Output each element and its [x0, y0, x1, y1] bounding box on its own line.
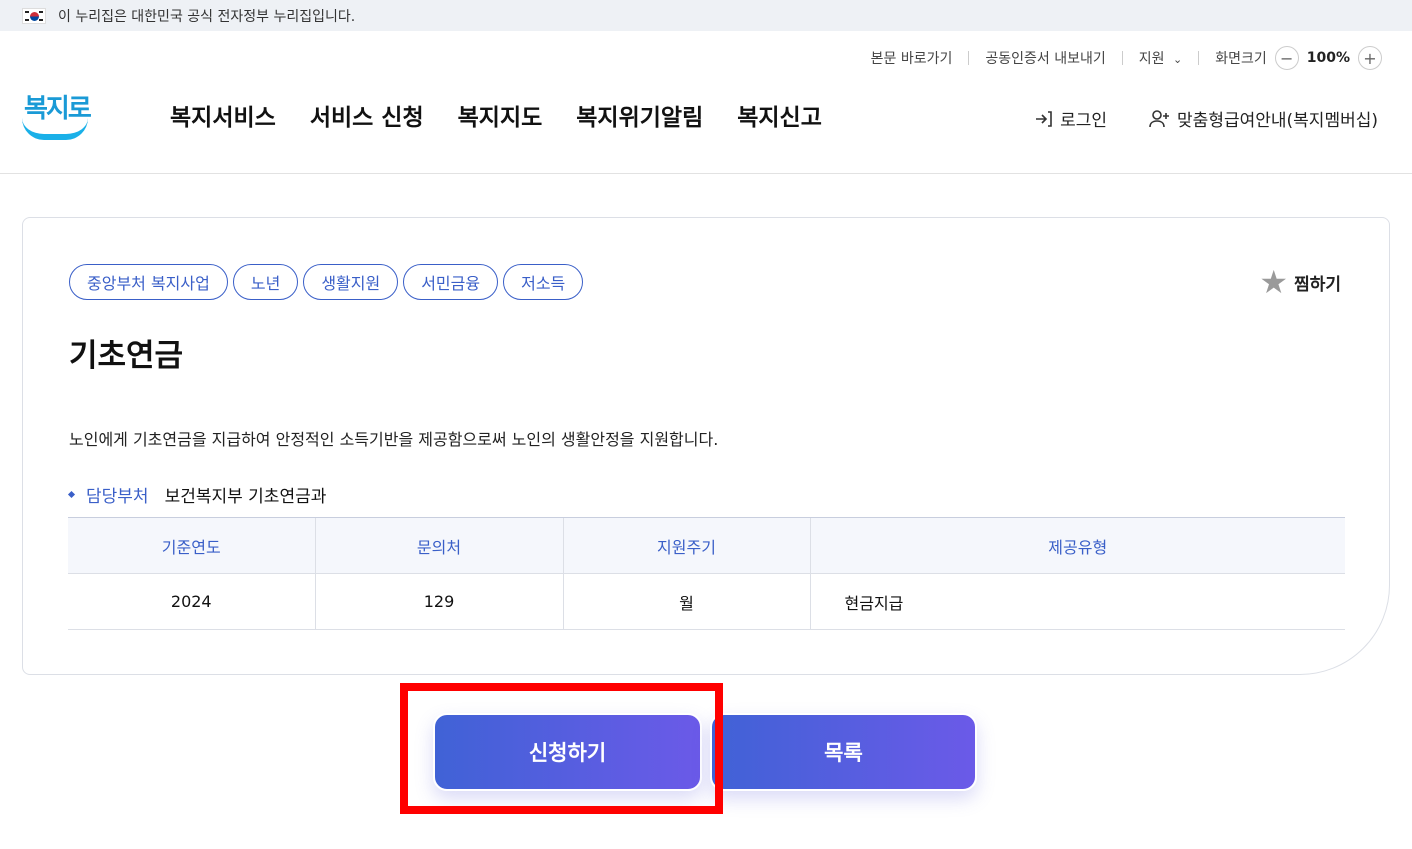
cell-provision-type: 현금지급: [809, 573, 1345, 630]
screen-size-label: 화면크기: [1215, 51, 1267, 67]
tag-microfinance[interactable]: 서민금융: [403, 264, 499, 300]
main-nav: 복지서비스 서비스 신청 복지지도 복지위기알림 복지신고: [170, 98, 822, 132]
export-cert-link[interactable]: 공동인증서 내보내기: [985, 48, 1105, 68]
header-actions: 로그인 맞춤형급여안내(복지멤버십): [1034, 106, 1378, 131]
column-header-provision-type: 제공유형: [809, 517, 1345, 574]
cell-base-year: 2024: [68, 573, 315, 630]
divider: [968, 51, 970, 65]
table-header-row: 기준연도 문의처 지원주기 제공유형: [68, 517, 1345, 574]
column-header-base-year: 기준연도: [68, 517, 315, 574]
cell-contact: 129: [314, 573, 563, 630]
zoom-out-button[interactable]: −: [1274, 46, 1299, 70]
service-title: 기초연금: [69, 338, 184, 374]
tag-central-ministry[interactable]: 중앙부처 복지사업: [69, 264, 228, 300]
utility-bar: 본문 바로가기 공동인증서 내보내기 지원 ⌄ 화면크기 − 100% +: [871, 46, 1390, 70]
responsible-dept: 담당부처 보건복지부 기초연금과: [67, 482, 327, 507]
korea-flag-icon: [22, 7, 46, 24]
service-description: 노인에게 기초연금을 지급하여 안정적인 소득기반을 제공함으로써 노인의 생활…: [69, 430, 719, 449]
zoom-in-button[interactable]: +: [1358, 46, 1382, 70]
bullet-icon: [67, 490, 76, 499]
list-button[interactable]: 목록: [710, 713, 977, 791]
skip-to-content-link[interactable]: 본문 바로가기: [871, 48, 953, 68]
divider: [1198, 51, 1200, 65]
zoom-level: 100%: [1306, 50, 1350, 66]
bokjiro-logo[interactable]: 복지로: [20, 84, 92, 144]
cell-support-cycle: 월: [562, 573, 810, 630]
tag-living-support[interactable]: 생활지원: [303, 264, 399, 300]
support-dropdown[interactable]: 지원 ⌄: [1139, 48, 1182, 68]
divider: [1121, 51, 1123, 65]
nav-item-welfare-service[interactable]: 복지서비스: [170, 98, 276, 132]
user-add-icon: [1149, 109, 1170, 127]
column-header-support-cycle: 지원주기: [562, 517, 810, 574]
chevron-down-icon: ⌄: [1172, 53, 1183, 66]
column-header-contact: 문의처: [314, 517, 563, 574]
apply-button[interactable]: 신청하기: [433, 713, 702, 791]
tag-low-income[interactable]: 저소득: [503, 264, 584, 300]
login-label: 로그인: [1060, 111, 1108, 131]
nav-item-crisis-alert[interactable]: 복지위기알림: [576, 98, 703, 132]
bookmark-label: 찜하기: [1294, 274, 1341, 295]
membership-button[interactable]: 맞춤형급여안내(복지멤버십): [1149, 106, 1378, 131]
login-button[interactable]: 로그인: [1034, 106, 1107, 131]
site-header: 복지로 복지서비스 서비스 신청 복지지도 복지위기알림 복지신고 로그인 맞춤…: [0, 76, 1412, 174]
membership-label: 맞춤형급여안내(복지멤버십): [1177, 111, 1378, 131]
nav-item-welfare-map[interactable]: 복지지도: [458, 98, 543, 132]
gov-banner: 이 누리집은 대한민국 공식 전자정부 누리집입니다.: [0, 0, 1412, 31]
login-icon: [1036, 110, 1052, 127]
nav-item-welfare-report[interactable]: 복지신고: [737, 98, 822, 132]
service-info-table: 기준연도 문의처 지원주기 제공유형 2024 129 월 현금지급: [68, 517, 1345, 630]
star-icon: ★: [1259, 263, 1289, 301]
service-detail-card: 중앙부처 복지사업 노년 생활지원 서민금융 저소득 ★ 찜하기 기초연금 노인…: [22, 217, 1390, 675]
nav-item-service-apply[interactable]: 서비스 신청: [310, 98, 424, 132]
bookmark-button[interactable]: ★ 찜하기: [1259, 266, 1341, 298]
dept-label: 담당부처: [86, 487, 149, 507]
logo-smile-icon: [22, 118, 88, 140]
dept-value: 보건복지부 기초연금과: [164, 487, 327, 507]
support-label: 지원: [1138, 51, 1165, 67]
table-row: 2024 129 월 현금지급: [68, 573, 1345, 630]
tag-senior[interactable]: 노년: [232, 264, 299, 300]
tag-list: 중앙부처 복지사업 노년 생활지원 서민금융 저소득: [69, 264, 584, 300]
gov-banner-text: 이 누리집은 대한민국 공식 전자정부 누리집입니다.: [58, 8, 356, 25]
